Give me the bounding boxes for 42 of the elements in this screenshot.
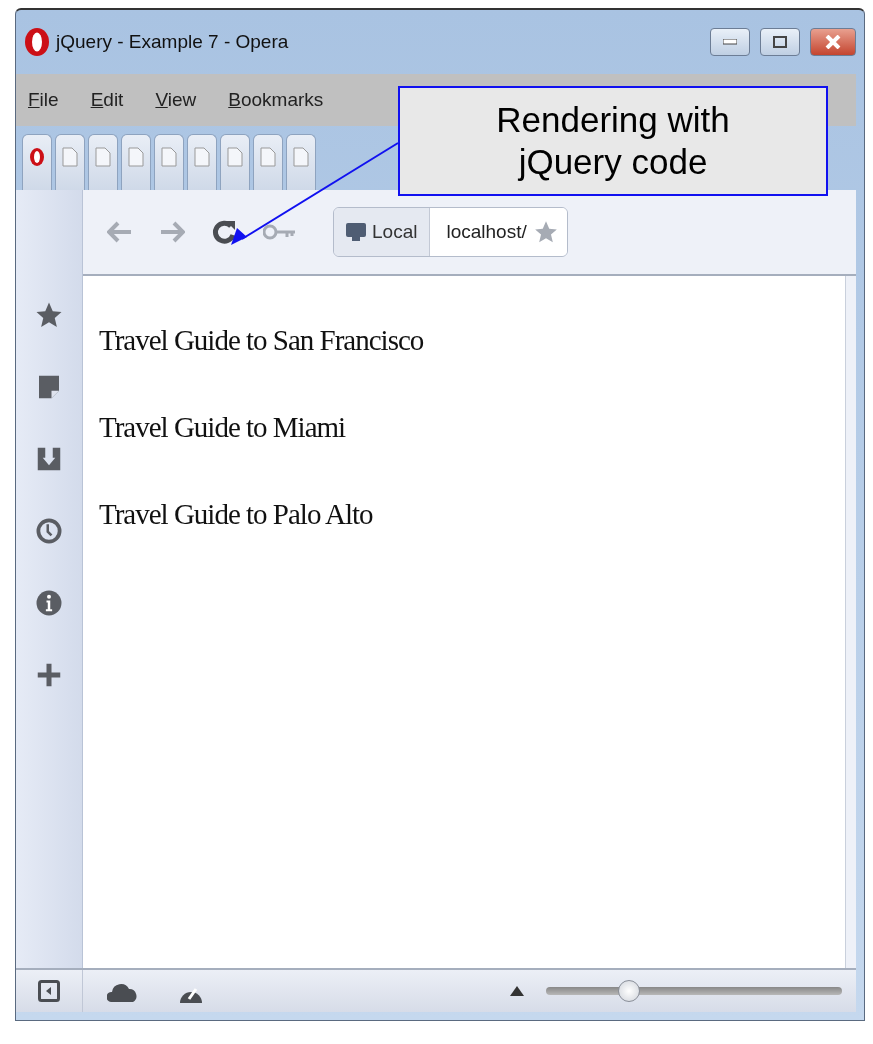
opera-logo-icon	[24, 27, 50, 57]
zoom-slider[interactable]	[546, 979, 842, 1003]
maximize-icon	[773, 36, 787, 48]
page-icon	[128, 147, 144, 167]
page-icon	[227, 147, 243, 167]
panel-toggle-icon[interactable]	[38, 980, 60, 1002]
browser-tab[interactable]	[121, 134, 151, 190]
page-paragraph: Travel Guide to Palo Alto	[99, 497, 373, 532]
menu-item[interactable]: File	[28, 89, 59, 111]
minimize-icon	[723, 39, 737, 45]
close-icon	[825, 35, 841, 49]
browser-tab[interactable]	[187, 134, 217, 190]
window-title: jQuery - Example 7 - Opera	[56, 31, 289, 53]
up-triangle-icon[interactable]	[510, 986, 524, 996]
page-icon	[293, 147, 309, 167]
menu-item[interactable]: View	[155, 89, 197, 111]
page-icon	[161, 147, 177, 167]
browser-tab[interactable]	[22, 134, 52, 190]
minimize-button[interactable]	[710, 28, 750, 56]
page-icon	[95, 147, 111, 167]
browser-tab[interactable]	[286, 134, 316, 190]
page-icon	[62, 147, 78, 167]
page-paragraph: Travel Guide to Miami	[99, 410, 346, 445]
page-icon	[194, 147, 210, 167]
browser-tab[interactable]	[253, 134, 283, 190]
scrollbar[interactable]	[845, 276, 856, 968]
page-paragraph: Travel Guide to San Francisco	[99, 323, 424, 358]
info-icon[interactable]	[34, 588, 64, 618]
menu-item[interactable]: Bookmarks	[228, 89, 324, 111]
browser-tab[interactable]	[88, 134, 118, 190]
clock-icon[interactable]	[34, 516, 64, 546]
menu-item[interactable]: Edit	[90, 89, 124, 111]
callout-box: Rendering with jQuery code	[398, 86, 828, 196]
browser-tab[interactable]	[220, 134, 250, 190]
opera-logo-icon	[29, 147, 45, 167]
browser-tab[interactable]	[55, 134, 85, 190]
browser-tab[interactable]	[154, 134, 184, 190]
maximize-button[interactable]	[760, 28, 800, 56]
slider-thumb[interactable]	[617, 980, 640, 1002]
close-button[interactable]	[810, 28, 856, 56]
reload-icon[interactable]	[211, 219, 237, 245]
page-icon	[260, 147, 276, 167]
